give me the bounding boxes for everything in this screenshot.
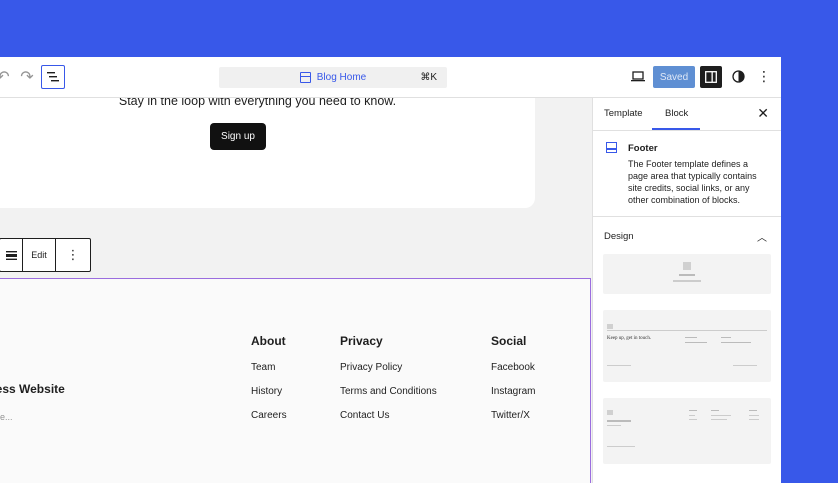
block-toolbar: Edit ⋮ <box>0 238 91 272</box>
shortcut-hint: ⌘K <box>420 72 437 83</box>
footer-column-social: Social Facebook Instagram Twitter/X <box>491 334 535 434</box>
editor-canvas: Stay in the loop with everything you nee… <box>0 98 592 483</box>
footer-link[interactable]: Contact Us <box>340 410 437 421</box>
footer-link[interactable]: History <box>251 386 287 397</box>
chevron-up-icon[interactable]: ︿ <box>757 229 767 244</box>
site-tagline: line... <box>0 412 13 422</box>
footer-block[interactable]: ress Website line... About Team History … <box>0 278 591 483</box>
settings-sidebar-icon[interactable] <box>700 66 722 88</box>
editor-toolbar: ↶ ↷ Blog Home ⌘K Saved ⋮ <box>0 57 781 98</box>
design-panel-header[interactable]: Design ︿ <box>593 223 781 245</box>
saved-button[interactable]: Saved <box>653 66 695 88</box>
template-icon <box>299 72 311 83</box>
command-palette-button[interactable]: Blog Home ⌘K <box>219 67 447 88</box>
sidebar-tabs: Template Block ✕ <box>593 98 781 131</box>
site-title: ress Website <box>0 382 65 396</box>
footer-link[interactable]: Terms and Conditions <box>340 386 437 397</box>
edit-button[interactable]: Edit <box>23 239 56 271</box>
block-description: The Footer template defines a page area … <box>628 159 757 205</box>
more-options-icon[interactable]: ⋮ <box>757 68 771 84</box>
redo-icon[interactable]: ↷ <box>18 67 36 87</box>
footer-link[interactable]: Careers <box>251 410 287 421</box>
design-label: Design <box>604 231 634 242</box>
signup-text: Stay in the loop with everything you nee… <box>118 98 397 108</box>
footer-link[interactable]: Instagram <box>491 386 535 397</box>
footer-link[interactable]: Facebook <box>491 362 535 373</box>
footer-column-about: About Team History Careers <box>251 334 287 434</box>
column-heading: About <box>251 334 286 348</box>
pattern-tagline: Keep up, get in touch. <box>607 336 652 341</box>
footer-link[interactable]: Team <box>251 362 287 373</box>
list-view-icon[interactable] <box>41 65 65 89</box>
column-heading: Social <box>491 334 527 348</box>
document-title: Blog Home <box>316 72 367 83</box>
settings-sidebar: Template Block ✕ Footer The Footer templ… <box>592 98 781 483</box>
active-tab-indicator <box>652 128 700 130</box>
device-preview-icon[interactable] <box>630 68 646 84</box>
block-options-icon[interactable]: ⋮ <box>56 239 90 271</box>
footer-pattern-option[interactable]: Keep up, get in touch. <box>603 310 771 382</box>
close-icon[interactable]: ✕ <box>757 105 769 122</box>
footer-column-privacy: Privacy Privacy Policy Terms and Conditi… <box>340 334 437 434</box>
undo-icon[interactable]: ↶ <box>0 67 12 87</box>
footer-pattern-option[interactable] <box>603 254 771 294</box>
block-name: Footer <box>628 143 658 154</box>
footer-pattern-option[interactable] <box>603 398 771 464</box>
block-card: Footer The Footer template defines a pag… <box>593 131 781 217</box>
footer-link[interactable]: Twitter/X <box>491 410 535 421</box>
column-heading: Privacy <box>340 334 383 348</box>
footer-icon <box>606 142 617 153</box>
editor-window: ↶ ↷ Blog Home ⌘K Saved ⋮ Stay in the loo… <box>0 57 781 483</box>
signup-section[interactable]: Stay in the loop with everything you nee… <box>0 98 535 208</box>
styles-icon[interactable] <box>730 68 746 84</box>
tab-block[interactable]: Block <box>665 108 688 119</box>
tab-template[interactable]: Template <box>604 108 643 119</box>
signup-button[interactable]: Sign up <box>210 123 266 150</box>
footer-link[interactable]: Privacy Policy <box>340 362 437 373</box>
align-icon[interactable] <box>0 239 23 271</box>
